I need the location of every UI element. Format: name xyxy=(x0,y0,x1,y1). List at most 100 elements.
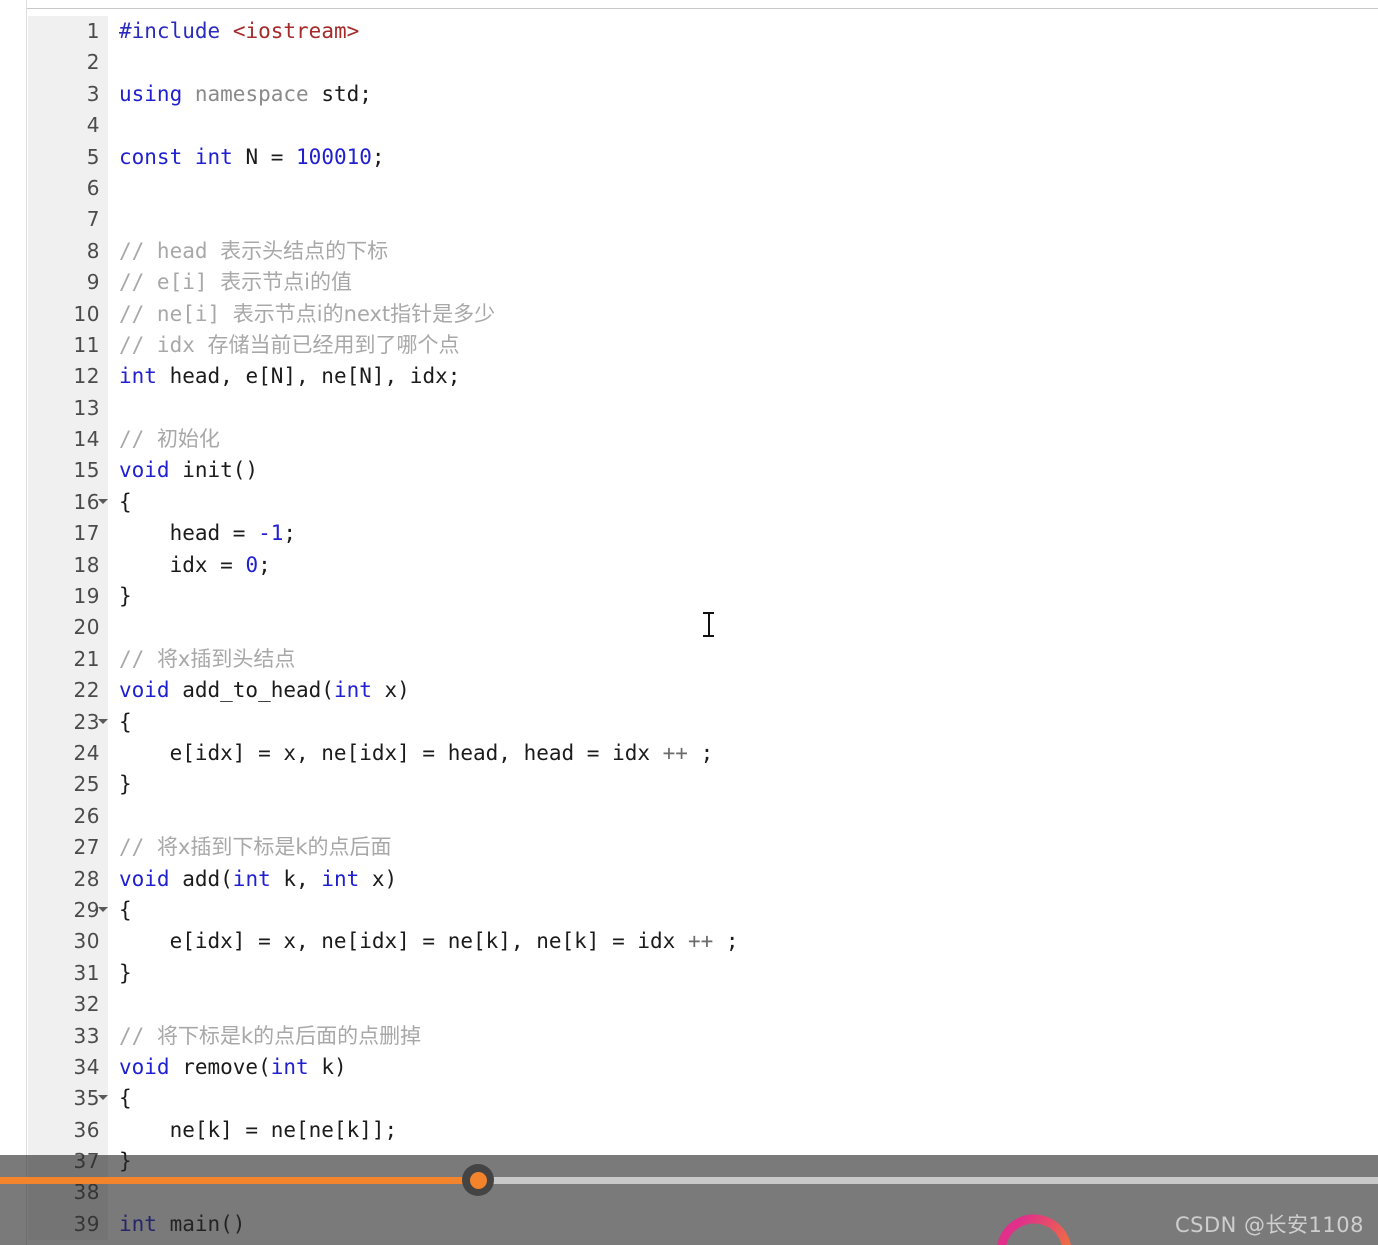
code-line[interactable]: 17 head = -1; xyxy=(28,518,1378,550)
code-line[interactable]: 4 xyxy=(28,110,1378,142)
code-line[interactable]: 23 { xyxy=(28,706,1378,738)
code-line[interactable]: 30 e[idx] = x, ne[idx] = ne[k], ne[k] = … xyxy=(28,926,1378,958)
editor-top-divider xyxy=(27,8,1378,9)
code-token: int xyxy=(194,144,233,169)
playback-progress-knob[interactable] xyxy=(462,1164,494,1196)
code-token: int xyxy=(333,678,372,703)
code-token: { xyxy=(119,489,132,514)
code-line-text[interactable]: } xyxy=(119,769,132,800)
chevron-down-icon[interactable] xyxy=(98,498,108,504)
code-line[interactable]: 24 e[idx] = x, ne[idx] = head, head = id… xyxy=(28,737,1378,770)
code-line-text[interactable]: e[idx] = x, ne[idx] = head, head = idx +… xyxy=(119,738,714,769)
code-token: head = xyxy=(119,521,259,546)
code-token: namespace xyxy=(194,81,309,106)
code-line[interactable]: 22 void add_to_head(int x) xyxy=(28,675,1378,707)
code-line[interactable]: 16 { xyxy=(28,486,1378,519)
code-line-text[interactable]: void add_to_head(int x) xyxy=(119,675,410,706)
code-token: x) xyxy=(359,866,398,891)
code-line[interactable]: 34 void remove(int k) xyxy=(28,1051,1378,1084)
code-line[interactable]: 9 // e[i] 表示节点i的值 xyxy=(28,267,1378,299)
code-line[interactable]: 31} xyxy=(28,957,1378,990)
code-line[interactable]: 19} xyxy=(28,581,1378,613)
video-player-overlay[interactable]: CSDN @长安1108 xyxy=(0,1155,1378,1245)
code-line[interactable]: 35 { xyxy=(28,1083,1378,1115)
code-line-text[interactable]: // idx 存储当前已经用到了哪个点 xyxy=(119,330,460,361)
chevron-down-icon[interactable] xyxy=(98,906,108,912)
code-line[interactable]: 7 xyxy=(28,204,1378,236)
chevron-down-icon[interactable] xyxy=(98,1095,108,1101)
code-line[interactable]: 8 // head 表示头结点的下标 xyxy=(28,235,1378,268)
line-number: 7 xyxy=(28,204,108,236)
code-line[interactable]: 36 ne[k] = ne[ne[k]]; xyxy=(28,1114,1378,1147)
code-line-text[interactable]: { xyxy=(119,707,132,738)
code-token: void xyxy=(119,458,170,483)
code-line[interactable]: 26 xyxy=(28,800,1378,833)
code-line-text[interactable]: // ne[i] 表示节点i的next指针是多少 xyxy=(119,299,495,330)
code-line-text[interactable]: void add(int k, int x) xyxy=(119,864,397,895)
code-token: 将x插到头结点 xyxy=(156,646,296,671)
code-line-text[interactable]: // e[i] 表示节点i的值 xyxy=(119,267,352,298)
line-number: 20 xyxy=(28,612,108,644)
code-line[interactable]: 27 // 将x插到下标是k的点后面 xyxy=(28,832,1378,864)
code-line[interactable]: 3 using namespace std; xyxy=(28,78,1378,111)
code-line[interactable]: 15 void init() xyxy=(28,455,1378,487)
code-line-text[interactable]: void init() xyxy=(119,455,258,486)
code-token: e[idx] = x, ne[idx] = head, head = idx xyxy=(119,740,663,765)
code-token: remove( xyxy=(169,1054,271,1079)
code-line-text[interactable]: #include <iostream> xyxy=(119,16,359,47)
line-number: 30 xyxy=(28,926,108,958)
code-line-text[interactable]: head = -1; xyxy=(119,518,296,549)
code-line[interactable]: 13 xyxy=(28,392,1378,425)
code-line-text[interactable]: // 将x插到头结点 xyxy=(119,644,295,675)
code-line[interactable]: 28 void add(int k, int x) xyxy=(28,863,1378,895)
code-token: } xyxy=(119,584,132,609)
code-line-text[interactable]: { xyxy=(119,895,132,926)
code-token: // xyxy=(119,427,157,452)
code-line[interactable]: 6 xyxy=(28,172,1378,205)
code-editor[interactable]: 1 #include <iostream> 2 3 using namespace st… xyxy=(0,0,1378,1245)
code-line-text[interactable]: idx = 0; xyxy=(119,550,271,581)
code-line[interactable]: 32 xyxy=(28,989,1378,1021)
code-line[interactable]: 18 idx = 0; xyxy=(28,549,1378,582)
code-line-text[interactable]: // 将x插到下标是k的点后面 xyxy=(119,832,392,863)
code-line-text[interactable]: ne[k] = ne[ne[k]]; xyxy=(119,1115,398,1146)
code-line[interactable]: 10 // ne[i] 表示节点i的next指针是多少 xyxy=(28,298,1378,330)
code-token: e[idx] = x, ne[idx] = ne[k], ne[k] = idx xyxy=(119,929,688,954)
code-line[interactable]: 12 int head, e[N], ne[N], idx; xyxy=(28,361,1378,393)
code-line-text[interactable]: // 将下标是k的点后面的点删掉 xyxy=(119,1021,421,1052)
code-line-text[interactable]: } xyxy=(119,581,132,612)
code-line-text[interactable]: // 初始化 xyxy=(119,424,220,455)
code-line-text[interactable]: e[idx] = x, ne[idx] = ne[k], ne[k] = idx… xyxy=(119,926,739,957)
code-line[interactable]: 25} xyxy=(28,769,1378,801)
code-token: 初始化 xyxy=(156,427,220,452)
code-token: // head xyxy=(119,238,221,263)
code-line-text[interactable]: } xyxy=(119,958,132,989)
code-line[interactable]: 5 const int N = 100010; xyxy=(28,141,1378,173)
code-line[interactable]: 2 xyxy=(28,47,1378,79)
code-token: ; xyxy=(371,144,385,169)
code-line-text[interactable]: using namespace std; xyxy=(119,79,372,110)
code-token: -1 xyxy=(258,521,284,546)
code-token: 表示头结点的下标 xyxy=(220,238,389,263)
code-token: // xyxy=(119,646,157,671)
code-line[interactable]: 11 // idx 存储当前已经用到了哪个点 xyxy=(28,329,1378,362)
code-line[interactable]: 29 { xyxy=(28,894,1378,927)
code-token: ; xyxy=(713,929,739,954)
code-token: void xyxy=(119,866,170,891)
code-line-text[interactable]: { xyxy=(119,1083,132,1114)
playback-progress-fill xyxy=(0,1177,478,1184)
code-line-text[interactable]: { xyxy=(119,487,132,518)
code-line-text[interactable]: void remove(int k) xyxy=(119,1052,347,1083)
code-line[interactable]: 21 // 将x插到头结点 xyxy=(28,643,1378,676)
code-line[interactable]: 33 // 将下标是k的点后面的点删掉 xyxy=(28,1020,1378,1052)
code-line-text[interactable]: // head 表示头结点的下标 xyxy=(119,236,388,267)
code-line-text[interactable]: int head, e[N], ne[N], idx; xyxy=(119,361,460,392)
code-token: add( xyxy=(169,866,233,891)
code-line[interactable]: 1 #include <iostream> xyxy=(28,16,1378,48)
code-line[interactable]: 14 // 初始化 xyxy=(28,424,1378,456)
line-number: 25 xyxy=(28,769,108,801)
chevron-down-icon[interactable] xyxy=(98,718,108,724)
code-line-text[interactable]: const int N = 100010; xyxy=(119,142,385,173)
code-token: add_to_head( xyxy=(169,678,334,703)
